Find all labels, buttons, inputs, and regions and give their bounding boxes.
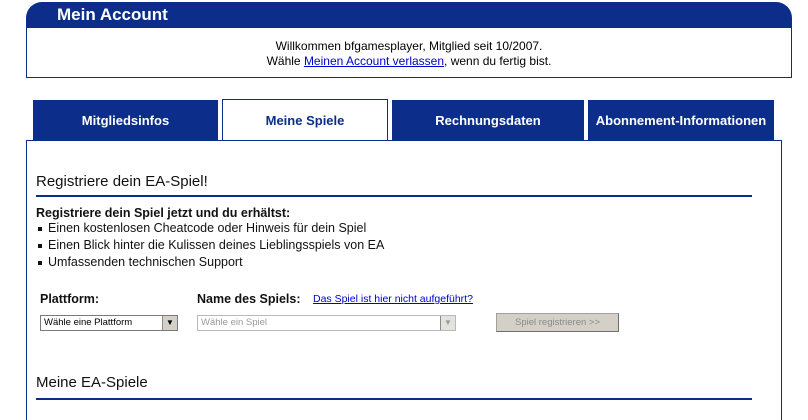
welcome-message: Willkommen bfgamesplayer, Mitglied seit … (275, 39, 543, 53)
game-name-label: Name des Spiels: (197, 292, 301, 306)
platform-select-value: Wähle eine Plattform (44, 317, 133, 328)
logout-hint-prefix: Wähle (266, 54, 304, 68)
register-heading: Registriere dein EA-Spiel! (36, 173, 208, 190)
register-divider (36, 195, 752, 197)
platform-select[interactable]: Wähle eine Plattform ▼ (40, 315, 178, 331)
chevron-down-icon[interactable]: ▼ (440, 316, 455, 330)
logout-link[interactable]: Meinen Account verlassen (304, 54, 444, 68)
list-item: Einen kostenlosen Cheatcode oder Hinweis… (36, 220, 384, 237)
list-item: Einen Blick hinter die Kulissen deines L… (36, 237, 384, 254)
tab-billing[interactable]: Rechnungsdaten (392, 100, 584, 140)
chevron-down-icon[interactable]: ▼ (162, 316, 177, 330)
logout-hint: Wähle Meinen Account verlassen, wenn du … (27, 54, 791, 68)
logout-hint-suffix: , wenn du fertig bist. (444, 54, 552, 68)
game-select-value: Wähle ein Spiel (201, 317, 268, 328)
register-game-button[interactable]: Spiel registrieren >> (496, 313, 619, 332)
tab-member-info[interactable]: Mitgliedsinfos (33, 100, 218, 140)
my-games-divider (36, 398, 752, 400)
page-title: Mein Account (57, 5, 168, 24)
list-item: Umfassenden technischen Support (36, 254, 384, 271)
my-games-heading: Meine EA-Spiele (36, 374, 148, 391)
tab-my-games[interactable]: Meine Spiele (222, 99, 388, 141)
game-select[interactable]: Wähle ein Spiel ▼ (197, 315, 456, 331)
benefits-list: Einen kostenlosen Cheatcode oder Hinweis… (36, 220, 384, 271)
tab-subscription[interactable]: Abonnement-Informationen (588, 100, 774, 140)
welcome-box: Willkommen bfgamesplayer, Mitglied seit … (26, 26, 792, 78)
game-not-listed-link[interactable]: Das Spiel ist hier nicht aufgeführt? (313, 293, 473, 305)
account-header: Mein Account (26, 2, 792, 28)
platform-label: Plattform: (40, 292, 100, 306)
register-intro: Registriere dein Spiel jetzt und du erhä… (36, 206, 291, 220)
